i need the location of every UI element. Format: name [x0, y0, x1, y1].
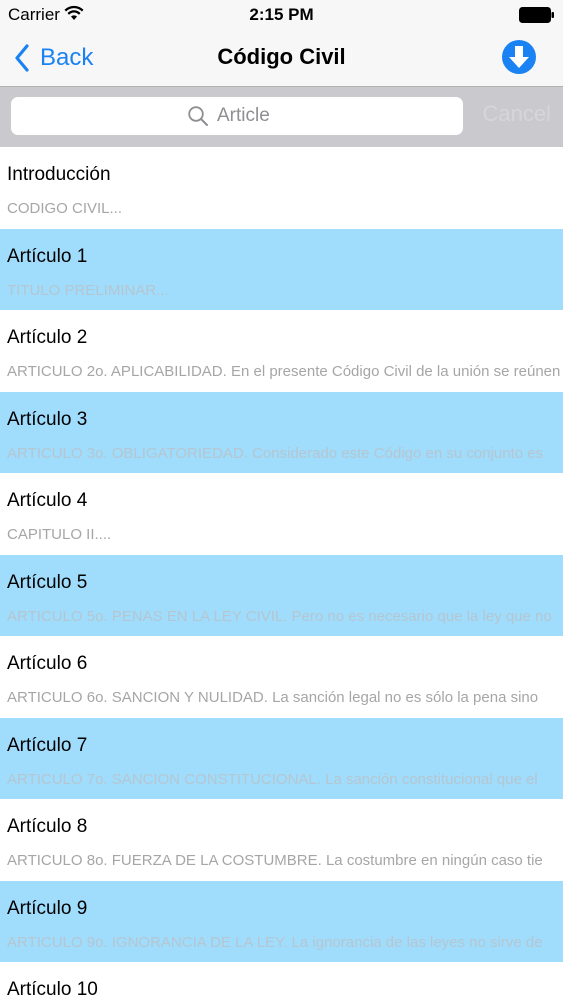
- article-title: Artículo 4: [7, 490, 88, 511]
- battery-icon: [519, 7, 554, 23]
- article-title: Artículo 3: [7, 408, 88, 430]
- article-title: Artículo 8: [7, 816, 88, 837]
- article-subtitle: ARTICULO 9o. IGNORANCIA DE LA LEY. La ig…: [7, 933, 543, 951]
- article-title: Artículo 6: [7, 653, 88, 674]
- article-subtitle: ARTICULO 6o. SANCION Y NULIDAD. La sanci…: [7, 689, 539, 706]
- article-title: Artículo 9: [7, 897, 88, 919]
- list-item[interactable]: Artículo 1 TITULO PRELIMINAR...: [0, 228, 563, 310]
- search-bar: Cancel: [0, 87, 563, 147]
- list-item[interactable]: Artículo 7 ARTICULO 7o. SANCION CONSTITU…: [0, 717, 563, 799]
- article-subtitle: TITULO PRELIMINAR...: [7, 281, 169, 299]
- article-title: Introducción: [7, 164, 111, 185]
- article-subtitle: ARTICULO 5o. PENAS EN LA LEY CIVIL. Pero…: [7, 607, 552, 625]
- list-item[interactable]: Artículo 9 ARTICULO 9o. IGNORANCIA DE LA…: [0, 880, 563, 962]
- status-bar: Carrier 2:15 PM: [0, 0, 563, 30]
- search-icon: [188, 106, 208, 126]
- list-item[interactable]: Artículo 5 ARTICULO 5o. PENAS EN LA LEY …: [0, 554, 563, 636]
- article-title: Artículo 7: [7, 734, 88, 756]
- article-subtitle: CODIGO CIVIL...: [7, 200, 123, 217]
- list-item[interactable]: Introducción CODIGO CIVIL...: [0, 147, 563, 229]
- navigation-bar: Back Código Civil: [0, 30, 563, 87]
- article-title: Artículo 5: [7, 571, 88, 593]
- app-screen: Carrier 2:15 PM Back Código Civil Articl…: [0, 0, 563, 1000]
- list-item[interactable]: Artículo 3 ARTICULO 3o. OBLIGATORIEDAD. …: [0, 391, 563, 473]
- list-item[interactable]: Artículo 2 ARTICULO 2o. APLICABILIDAD. E…: [0, 310, 563, 392]
- page-title: Código Civil: [217, 44, 346, 69]
- list-item[interactable]: Artículo 8 ARTICULO 8o. FUERZA DE LA COS…: [0, 799, 563, 881]
- article-subtitle: ARTICULO 2o. APLICABILIDAD. En el presen…: [7, 363, 561, 380]
- search-field[interactable]: [11, 97, 463, 135]
- clock-time: 2:15 PM: [249, 5, 314, 24]
- list-item[interactable]: Artículo 4 CAPITULO II....: [0, 473, 563, 555]
- article-subtitle: ARTICULO 3o. OBLIGATORIEDAD. Considerado…: [7, 444, 544, 462]
- article-subtitle: CAPITULO II....: [7, 526, 112, 543]
- article-title: Artículo 1: [7, 245, 88, 267]
- article-list: Introducción CODIGO CIVIL... Artículo 1 …: [0, 147, 563, 1000]
- article-subtitle: ARTICULO 8o. FUERZA DE LA COSTUMBRE. La …: [7, 852, 543, 869]
- list-item[interactable]: Artículo 10: [0, 962, 563, 1000]
- download-icon[interactable]: [501, 39, 537, 75]
- list-item[interactable]: Artículo 6 ARTICULO 6o. SANCION Y NULIDA…: [0, 636, 563, 718]
- cancel-button[interactable]: Cancel: [483, 101, 551, 127]
- article-title: Artículo 10: [7, 979, 98, 1000]
- article-subtitle: ARTICULO 7o. SANCION CONSTITUCIONAL. La …: [7, 770, 538, 788]
- article-title: Artículo 2: [7, 327, 88, 348]
- search-input[interactable]: [217, 105, 287, 127]
